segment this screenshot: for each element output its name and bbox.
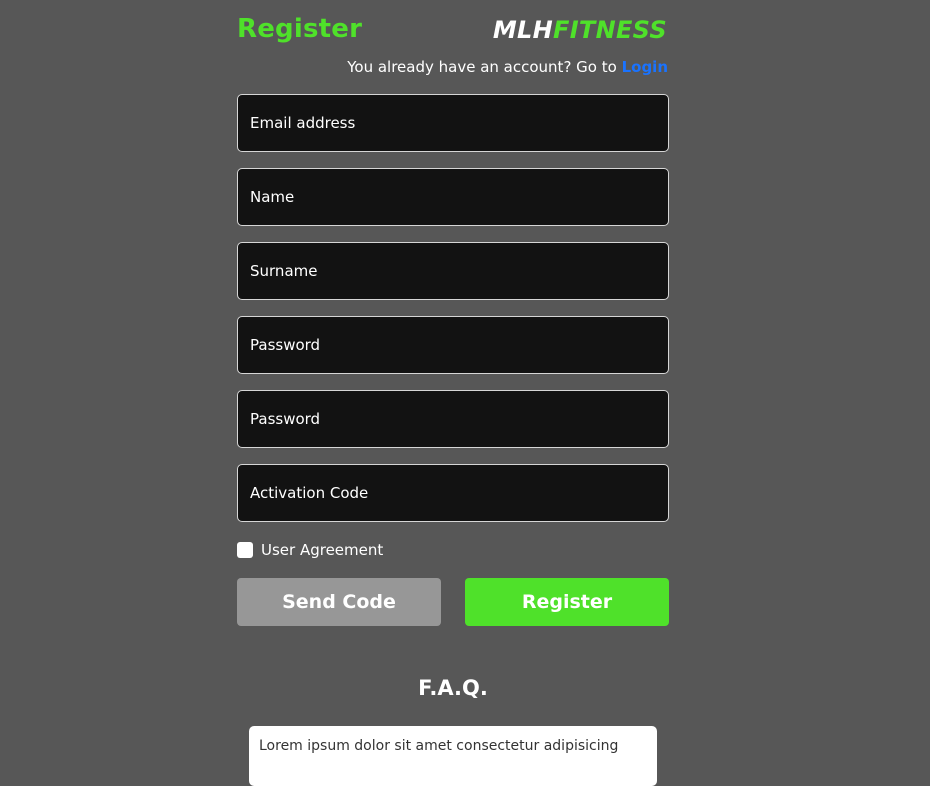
- email-input[interactable]: [238, 95, 668, 151]
- send-code-button[interactable]: Send Code: [237, 578, 441, 626]
- faq-title: F.A.Q.: [418, 676, 488, 700]
- password-field[interactable]: [237, 316, 669, 374]
- email-field[interactable]: [237, 94, 669, 152]
- activation-code-input[interactable]: [238, 465, 668, 521]
- faq-item[interactable]: Lorem ipsum dolor sit amet consectetur a…: [249, 726, 657, 786]
- brand-logo-part2: FITNESS: [553, 16, 667, 44]
- activation-code-field[interactable]: [237, 464, 669, 522]
- login-prompt: You already have an account? Go to Login: [347, 58, 668, 76]
- register-button[interactable]: Register: [465, 578, 669, 626]
- name-field[interactable]: [237, 168, 669, 226]
- user-agreement-row: User Agreement: [237, 541, 383, 559]
- register-page: Register MLHFITNESS You already have an …: [237, 0, 669, 786]
- faq-item-text: Lorem ipsum dolor sit amet consectetur a…: [259, 738, 619, 754]
- password-confirm-field[interactable]: [237, 390, 669, 448]
- brand-logo: MLHFITNESS: [493, 16, 667, 44]
- login-link[interactable]: Login: [622, 58, 668, 76]
- surname-field[interactable]: [237, 242, 669, 300]
- brand-logo-part1: MLH: [492, 16, 553, 44]
- page-title: Register: [237, 14, 363, 44]
- login-prompt-text: You already have an account? Go to: [347, 58, 617, 76]
- user-agreement-checkbox[interactable]: [237, 542, 253, 558]
- password-input[interactable]: [238, 317, 668, 373]
- header: Register MLHFITNESS: [237, 0, 669, 56]
- surname-input[interactable]: [238, 243, 668, 299]
- name-input[interactable]: [238, 169, 668, 225]
- user-agreement-label[interactable]: User Agreement: [261, 541, 383, 559]
- password-confirm-input[interactable]: [238, 391, 668, 447]
